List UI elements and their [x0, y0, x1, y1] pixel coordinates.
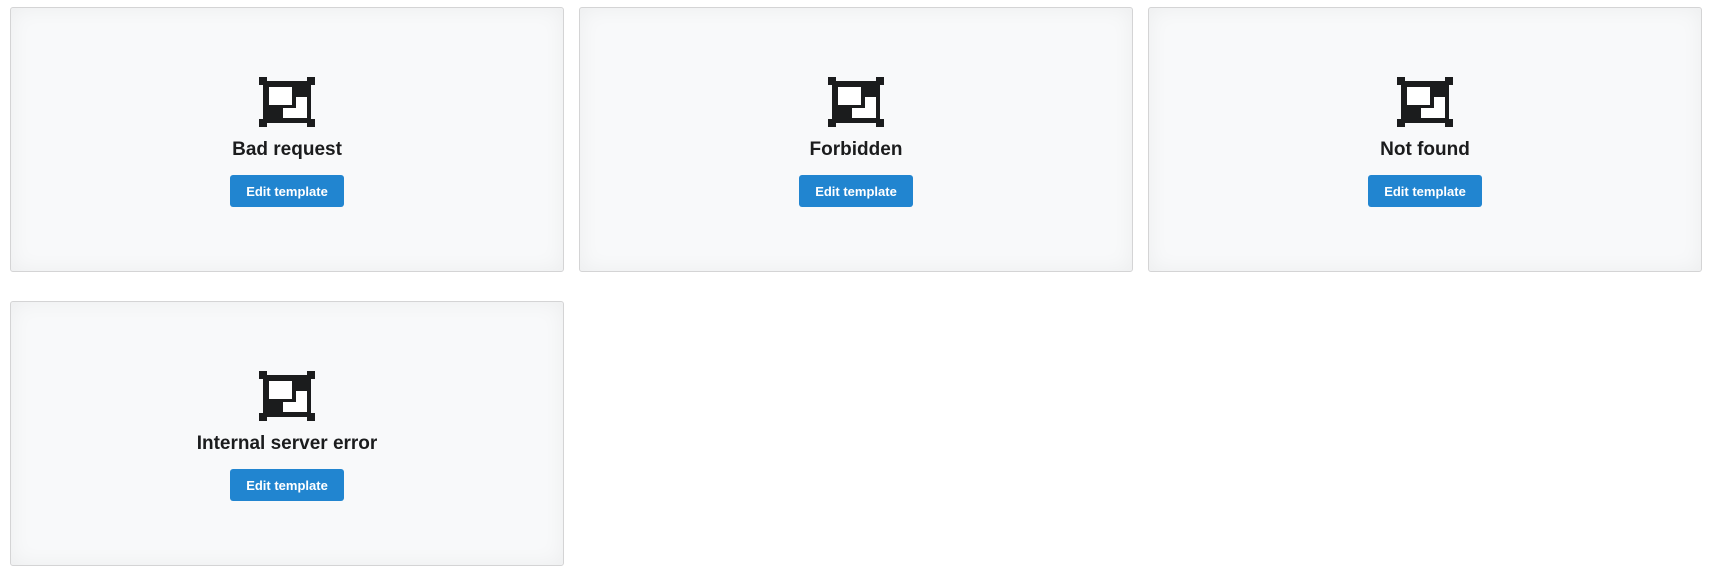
template-layout-icon — [259, 77, 315, 127]
error-card-bad-request: Bad request Edit template — [10, 7, 564, 272]
card-title: Not found — [1380, 139, 1470, 160]
error-card-not-found: Not found Edit template — [1148, 7, 1702, 272]
template-layout-icon — [828, 77, 884, 127]
error-templates-grid: Bad request Edit template Forbidden Edit… — [0, 0, 1709, 578]
template-layout-icon — [259, 371, 315, 421]
card-title: Forbidden — [809, 139, 903, 160]
card-title: Bad request — [232, 139, 342, 160]
template-layout-icon — [1397, 77, 1453, 127]
card-title: Internal server error — [196, 433, 378, 454]
edit-template-button[interactable]: Edit template — [1368, 175, 1482, 207]
error-card-internal-server-error: Internal server error Edit template — [10, 301, 564, 566]
error-card-forbidden: Forbidden Edit template — [579, 7, 1133, 272]
edit-template-button[interactable]: Edit template — [230, 175, 344, 207]
edit-template-button[interactable]: Edit template — [230, 469, 344, 501]
edit-template-button[interactable]: Edit template — [799, 175, 913, 207]
